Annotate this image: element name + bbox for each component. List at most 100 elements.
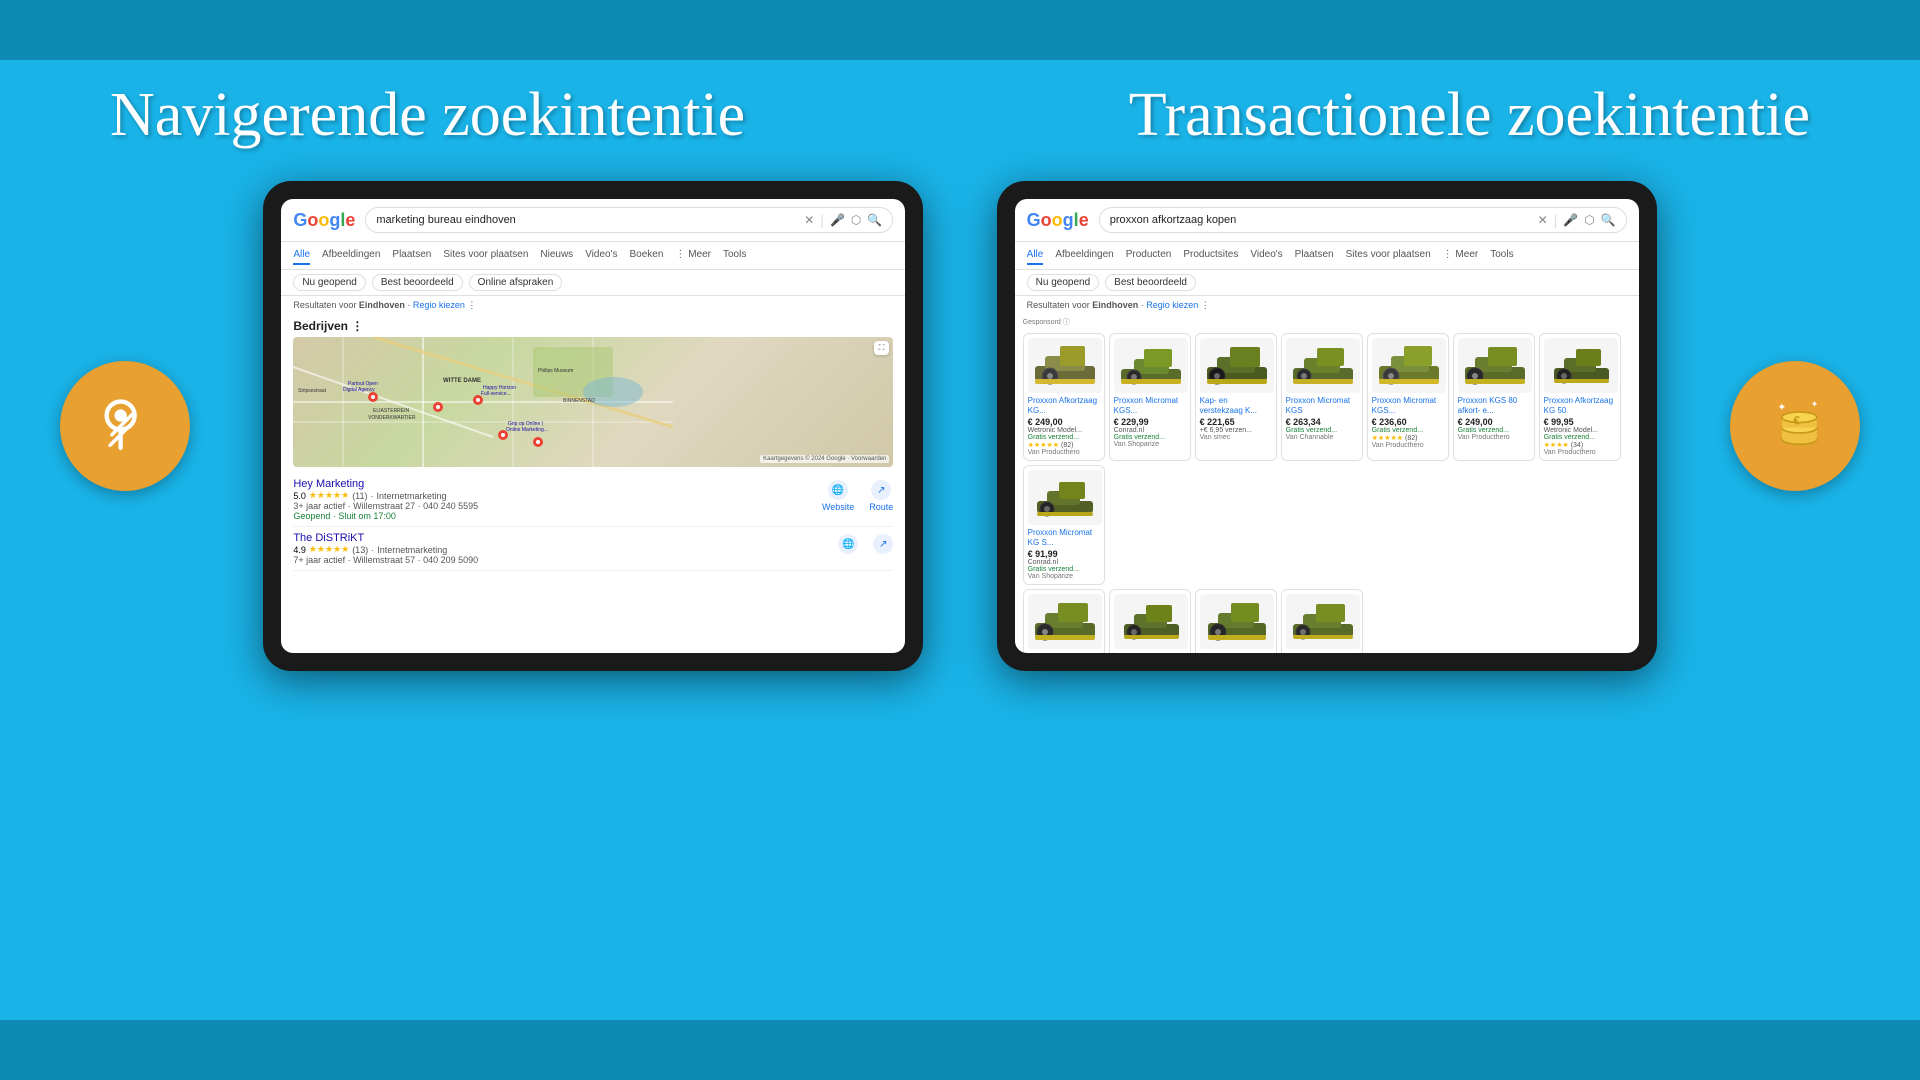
product-img-6 bbox=[1458, 338, 1532, 393]
svg-text:✦: ✦ bbox=[1777, 401, 1786, 413]
product-card-r2-4[interactable]: Proxxon Micromot KGS 80 Afkort- e... Van… bbox=[1281, 589, 1363, 653]
left-tablet: Google marketing bureau eindhoven ✕ | 🎤 … bbox=[263, 181, 923, 671]
review-count-2: (13) bbox=[352, 545, 368, 555]
saw-svg-r2-1 bbox=[1030, 597, 1100, 647]
svg-text:✦: ✦ bbox=[1811, 399, 1819, 409]
logo-g: G bbox=[293, 210, 307, 230]
website-label-1: Website bbox=[822, 502, 854, 512]
product-img-r2-4 bbox=[1286, 594, 1360, 649]
stars-2: ★★★★★ bbox=[309, 544, 349, 555]
product-from-5: Van Producthero bbox=[1372, 442, 1444, 449]
product-name-2: Proxxon Micromat KGS... bbox=[1114, 396, 1186, 415]
search-go-left[interactable]: 🔍 bbox=[867, 213, 882, 227]
product-img-5 bbox=[1372, 338, 1446, 393]
clear-search-left[interactable]: ✕ bbox=[804, 213, 814, 227]
tab-plaatsen-left[interactable]: Plaatsen bbox=[392, 246, 431, 265]
tab-nieuws-left[interactable]: Nieuws bbox=[540, 246, 573, 265]
saw-svg-r2-2 bbox=[1116, 597, 1186, 647]
business-item-distrikt: The DiSTRiKT 4.9 ★★★★★ (13) · Internetma… bbox=[293, 527, 893, 571]
product-card-7[interactable]: Proxxon Afkortzaag KG 50 € 99,95 Wetroni… bbox=[1539, 333, 1621, 461]
nav-tabs-left: Alle Afbeeldingen Plaatsen Sites voor pl… bbox=[281, 242, 905, 270]
mic-icon-left[interactable]: 🎤 bbox=[830, 213, 845, 227]
product-img-4 bbox=[1286, 338, 1360, 393]
business-name-1[interactable]: Hey Marketing bbox=[293, 478, 478, 490]
product-card-8[interactable]: Proxxon Micromat KG S... € 91,99 Conrad.… bbox=[1023, 465, 1105, 585]
tab-afbeeldingen-left[interactable]: Afbeeldingen bbox=[322, 246, 380, 265]
regio-kiezen-left[interactable]: Regio kiezen bbox=[413, 300, 465, 310]
tab-tools-left[interactable]: Tools bbox=[723, 246, 746, 265]
left-google-ui: Google marketing bureau eindhoven ✕ | 🎤 … bbox=[281, 199, 905, 653]
tab-alle-right[interactable]: Alle bbox=[1027, 246, 1044, 265]
tab-tools-right[interactable]: Tools bbox=[1490, 246, 1513, 265]
product-card-r2-2[interactable]: Proxxon Afkortzaag KG 50 Van Producthero bbox=[1109, 589, 1191, 653]
product-card-6[interactable]: Proxxon KGS 80 afkort- e... € 249,00 Gra… bbox=[1453, 333, 1535, 461]
search-go-right[interactable]: 🔍 bbox=[1601, 213, 1616, 227]
product-shop-8: Conrad.nl bbox=[1028, 559, 1100, 566]
map-copyright: Kaartgegevens © 2024 Google · Voorwaarde… bbox=[760, 455, 889, 463]
filter-bestbeoordeeld-left[interactable]: Best beoordeeld bbox=[372, 274, 463, 291]
regio-kiezen-right[interactable]: Regio kiezen bbox=[1146, 300, 1198, 310]
tab-alle-left[interactable]: Alle bbox=[293, 246, 310, 265]
product-card-r2-3[interactable]: Proxxon afkortzaag KGS... Van Producther… bbox=[1195, 589, 1277, 653]
filter-online-left[interactable]: Online afspraken bbox=[469, 274, 563, 291]
clear-search-right[interactable]: ✕ bbox=[1538, 213, 1548, 227]
coins-icon: € ✦ ✦ bbox=[1760, 391, 1830, 461]
svg-text:Full-service...: Full-service... bbox=[481, 391, 511, 397]
tab-sites-right[interactable]: Sites voor plaatsen bbox=[1346, 246, 1431, 265]
product-card-r2-1[interactable]: Proxxon Afkortzaag KGS... Van Producther… bbox=[1023, 589, 1105, 653]
product-card-4[interactable]: Proxxon Micromat KGS € 263,34 Gratis ver… bbox=[1281, 333, 1363, 461]
google-logo-left: Google bbox=[293, 210, 355, 231]
saw-svg-r2-4 bbox=[1288, 597, 1358, 647]
product-name-1: Proxxon Afkortzaag KG... bbox=[1028, 396, 1100, 415]
search-query-left: marketing bureau eindhoven bbox=[376, 214, 798, 226]
saw-svg-2 bbox=[1116, 341, 1186, 391]
product-shipping-7: Gratis verzend... bbox=[1544, 434, 1616, 441]
search-bar-left[interactable]: marketing bureau eindhoven ✕ | 🎤 ⬡ 🔍 bbox=[365, 207, 893, 233]
mic-icon-right[interactable]: 🎤 bbox=[1563, 213, 1578, 227]
tab-plaatsen-right[interactable]: Plaatsen bbox=[1295, 246, 1334, 265]
product-name-8: Proxxon Micromat KG S... bbox=[1028, 528, 1100, 547]
product-card-3[interactable]: Kap- en verstekzaag K... € 221,65 +€ 6,9… bbox=[1195, 333, 1277, 461]
tab-afbeeldingen-right[interactable]: Afbeeldingen bbox=[1055, 246, 1113, 265]
business-name-2[interactable]: The DiSTRiKT bbox=[293, 532, 478, 544]
map-expand-btn[interactable]: ⛶ bbox=[874, 341, 890, 355]
product-card-5[interactable]: Proxxon Micromat KGS... € 236,60 Gratis … bbox=[1367, 333, 1449, 461]
business-item-hey-marketing: Hey Marketing 5.0 ★★★★★ (11) · Internetm… bbox=[293, 473, 893, 527]
tab-videos-right[interactable]: Video's bbox=[1250, 246, 1282, 265]
saw-svg-5 bbox=[1374, 341, 1444, 391]
website-button-1[interactable]: 🌐 Website bbox=[822, 480, 854, 512]
tab-videos-left[interactable]: Video's bbox=[585, 246, 617, 265]
tab-meer-right[interactable]: ⋮ Meer bbox=[1443, 246, 1479, 265]
image-search-left[interactable]: ⬡ bbox=[851, 213, 861, 227]
product-stars-5: ★★★★★ (82) bbox=[1372, 434, 1444, 442]
product-shop-2: Conrad.nl bbox=[1114, 427, 1186, 434]
filter-nugeopend-left[interactable]: Nu geopend bbox=[293, 274, 366, 291]
tab-boeken-left[interactable]: Boeken bbox=[630, 246, 664, 265]
website-button-2[interactable]: 🌐 bbox=[838, 534, 858, 554]
tab-productsites-right[interactable]: Productsites bbox=[1183, 246, 1238, 265]
product-img-r2-2 bbox=[1114, 594, 1188, 649]
filter-bestbeoordeeld-right[interactable]: Best beoordeeld bbox=[1105, 274, 1196, 291]
right-tablet-screen: Google proxxon afkortzaag kopen ✕ | 🎤 ⬡ … bbox=[1015, 199, 1639, 653]
tab-producten-right[interactable]: Producten bbox=[1126, 246, 1172, 265]
image-search-right[interactable]: ⬡ bbox=[1584, 213, 1594, 227]
route-button-1[interactable]: ↗ Route bbox=[869, 480, 893, 512]
saw-svg-1 bbox=[1030, 341, 1100, 391]
svg-text:BINNENSTAD: BINNENSTAD bbox=[563, 398, 595, 404]
right-icon-circle: € ✦ ✦ bbox=[1730, 361, 1860, 491]
route-button-2[interactable]: ↗ bbox=[873, 534, 893, 554]
search-bar-right[interactable]: proxxon afkortzaag kopen ✕ | 🎤 ⬡ 🔍 bbox=[1099, 207, 1627, 233]
filter-nugeopend-right[interactable]: Nu geopend bbox=[1027, 274, 1100, 291]
tab-meer-left[interactable]: ⋮ Meer bbox=[675, 246, 711, 265]
product-name-r2-2: Proxxon Afkortzaag KG 50 bbox=[1114, 652, 1186, 653]
nav-tabs-right: Alle Afbeeldingen Producten Productsites… bbox=[1015, 242, 1639, 270]
product-card-1[interactable]: Proxxon Afkortzaag KG... € 249,00 Wetron… bbox=[1023, 333, 1105, 461]
svg-text:Digital Agency: Digital Agency bbox=[343, 387, 375, 393]
rating-value-1: 5.0 bbox=[293, 491, 306, 501]
product-shop-7: Wetronic Model... bbox=[1544, 427, 1616, 434]
businesses-section: Bedrijven ⋮ bbox=[281, 315, 905, 575]
product-extra-3: +€ 6,95 verzen... bbox=[1200, 427, 1272, 434]
products-grid-row2: Proxxon Afkortzaag KGS... Van Producther… bbox=[1015, 589, 1639, 653]
product-card-2[interactable]: Proxxon Micromat KGS... € 229,99 Conrad.… bbox=[1109, 333, 1191, 461]
tab-sites-left[interactable]: Sites voor plaatsen bbox=[443, 246, 528, 265]
